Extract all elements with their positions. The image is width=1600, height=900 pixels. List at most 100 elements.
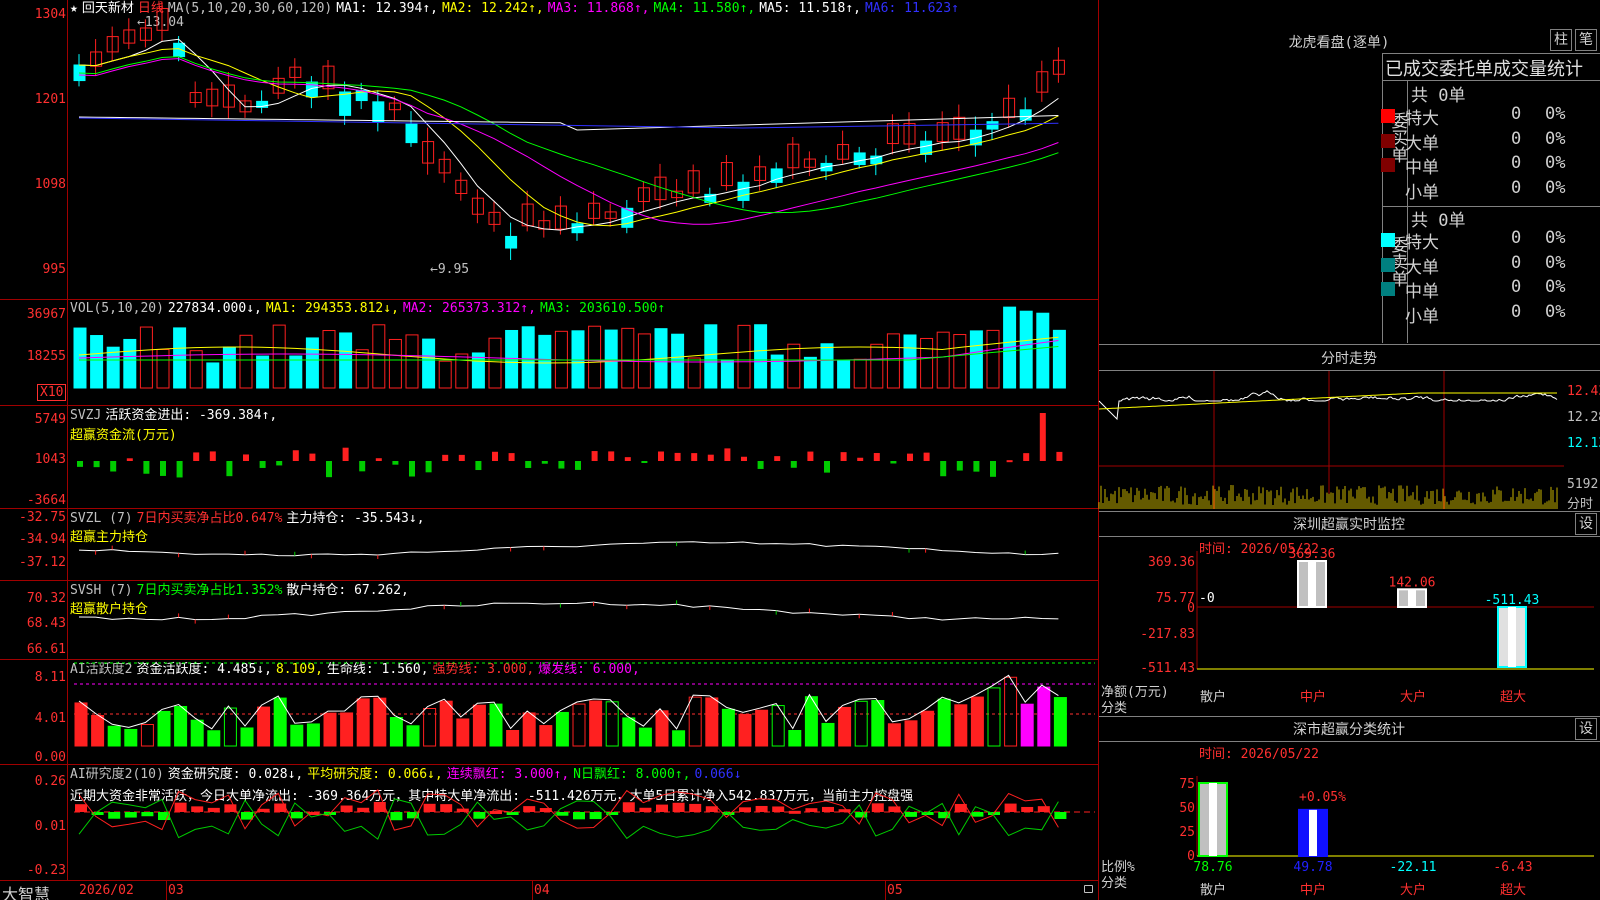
classify-axis-tick: 25 xyxy=(1179,825,1195,840)
flow-bar xyxy=(575,461,581,470)
flow-bar xyxy=(1039,413,1046,461)
monitor-axis-tick: -217.83 xyxy=(1140,627,1195,642)
flow-bar xyxy=(193,452,200,461)
intraday-vol-unit: 分时 xyxy=(1567,497,1594,512)
lock-icon[interactable] xyxy=(1084,885,1093,893)
stroke-view-button[interactable]: 笔 xyxy=(1575,29,1597,51)
svzj-bars[interactable] xyxy=(0,406,1099,508)
monitor-category: 超大 xyxy=(1500,690,1526,705)
research-bar xyxy=(639,807,652,812)
intraday-chart[interactable] xyxy=(1098,371,1600,510)
volume-bar xyxy=(123,338,137,389)
activity-bar xyxy=(1037,686,1051,747)
activity-bar xyxy=(257,706,271,747)
volume-panel[interactable]: VOL(5,10,20) 227834.000↓, MA1: 294353.812↓… xyxy=(0,300,1099,405)
classify-chart[interactable]: 7550250+0.05%78.76 49.78 -22.11 -6.43散户 中户 大户… xyxy=(1099,716,1600,900)
research-bar xyxy=(191,806,204,812)
flow-bar xyxy=(890,461,897,464)
ai-research-bars[interactable] xyxy=(0,765,1099,880)
monitor-bar-shine xyxy=(1408,589,1416,607)
flow-bar xyxy=(741,456,747,461)
activity-bar xyxy=(74,702,88,747)
monitor-category: 散户 xyxy=(1200,689,1226,705)
monitor-section[interactable]: 深圳超赢实时监控 设 时间: 2026/05/22 369.36 75.77 0 -2… xyxy=(1099,511,1600,716)
volume-bar xyxy=(704,324,718,389)
volume-bar xyxy=(256,355,270,389)
volume-bar xyxy=(305,337,319,389)
svsh-line[interactable] xyxy=(0,581,1099,659)
flow-bar xyxy=(658,451,664,461)
svzj-panel[interactable]: SVZJ 活跃资金进出: -369.384↑, 超赢资金流(万元) 5749 10… xyxy=(0,406,1099,508)
activity-bar xyxy=(323,712,337,747)
ai-activity-bars[interactable] xyxy=(0,660,1099,764)
svsh-panel[interactable]: SVSH (7) 7日内买卖净占比1.352% 散户持仓: 67.262, 超赢散户… xyxy=(0,581,1099,659)
classify-section[interactable]: 深市超赢分类统计 设 时间: 2026/05/22 75 50 25 0 +0.05% 7… xyxy=(1099,716,1600,900)
ai-activity-panel[interactable]: AI活跃度2 资金活跃度: 4.485↓, 8.109, 生命线: 1.560, 强势线… xyxy=(0,660,1099,765)
volume-bar xyxy=(538,334,552,389)
flow-bar xyxy=(259,461,266,468)
sell-row-count: 0 xyxy=(1511,277,1522,297)
monitor-value: 142.06 xyxy=(1389,575,1436,590)
activity-bar xyxy=(970,696,984,747)
activity-bar xyxy=(373,697,387,747)
svzl-panel[interactable]: SVZL (7) 7日内买卖净占比0.647% 主力持仓: -35.543↓, 超赢… xyxy=(0,509,1099,580)
volume-bar xyxy=(604,329,618,389)
activity-bar xyxy=(1053,697,1067,747)
ai-research-panel[interactable]: AI研究度2(10) 资金研究度: 0.028↓, 平均研究度: 0.066↓, 连续… xyxy=(0,765,1099,880)
lhb-title: 龙虎看盘(逐单) xyxy=(1288,35,1390,51)
flow-bar xyxy=(873,453,880,461)
candle-body xyxy=(505,235,518,249)
classify-axis-tick: 50 xyxy=(1179,801,1195,816)
kline-candles[interactable] xyxy=(0,0,1099,299)
volume-bar xyxy=(222,346,236,389)
monitor-bar-shine xyxy=(1508,607,1516,667)
monitor-category: 中户 xyxy=(1300,689,1326,705)
activity-bar xyxy=(605,701,619,747)
volume-bar xyxy=(953,334,967,389)
volume-bar xyxy=(1036,312,1050,389)
monitor-chart[interactable]: 369.3675.770-217.83-511.43-0369.36142.06… xyxy=(1099,511,1600,716)
intraday-vol-tick: 5192 xyxy=(1567,477,1599,492)
kline-panel[interactable]: ★ 回天新材 日线 MA(5,10,20,30,60,120) MA1: 12.394↑… xyxy=(0,0,1099,299)
bar-view-button[interactable]: 柱 xyxy=(1550,29,1572,51)
activity-bar xyxy=(472,704,486,747)
intraday-axis-tick: 12.43 xyxy=(1567,384,1600,399)
brand-label: 大智慧 xyxy=(2,885,51,900)
activity-bar xyxy=(506,729,520,747)
activity-bar xyxy=(306,723,320,747)
buy-swatch xyxy=(1381,109,1395,123)
flow-bar xyxy=(442,454,449,461)
volume-bars[interactable] xyxy=(0,300,1099,405)
candle-body xyxy=(853,152,866,166)
svzl-line[interactable] xyxy=(0,509,1099,580)
volume-bar xyxy=(1052,329,1066,389)
research-bar xyxy=(108,812,121,819)
flow-bar xyxy=(824,461,830,473)
research-bar xyxy=(888,806,901,812)
flow-bar xyxy=(292,450,299,461)
intraday-section[interactable]: 分时走势 12.43 12.28 12.13 5192 分时 xyxy=(1098,344,1600,512)
sell-row-label: 大单 xyxy=(1405,257,1439,278)
flow-bar xyxy=(77,461,83,467)
flow-bar xyxy=(1023,453,1030,461)
classify-xlabel: 分类 xyxy=(1101,876,1128,891)
main-chart-area[interactable]: ★ 回天新材 日线 MA(5,10,20,30,60,120) MA1: 12.394↑… xyxy=(0,0,1099,900)
lhb-tabs[interactable]: 已成交委托单成交量统计 xyxy=(1385,55,1583,81)
volume-bar xyxy=(388,338,402,389)
flow-bar xyxy=(458,454,465,461)
flow-bar xyxy=(674,452,681,461)
volume-bar xyxy=(505,329,519,389)
ma4-line xyxy=(78,56,1059,214)
volume-bar xyxy=(720,359,734,389)
research-bar xyxy=(290,812,303,819)
intraday-axis-tick: 12.13 xyxy=(1567,436,1600,451)
flow-bar xyxy=(707,454,714,461)
flow-bar xyxy=(624,457,631,461)
monitor-value: 369.36 xyxy=(1289,547,1336,562)
research-bar xyxy=(1054,812,1067,820)
buy-row-pct: 0% xyxy=(1545,104,1566,124)
classify-axis-tick: 75 xyxy=(1179,777,1195,792)
research-bar xyxy=(589,812,602,820)
volume-bar xyxy=(438,360,452,389)
buy-row-count: 0 xyxy=(1511,104,1522,124)
